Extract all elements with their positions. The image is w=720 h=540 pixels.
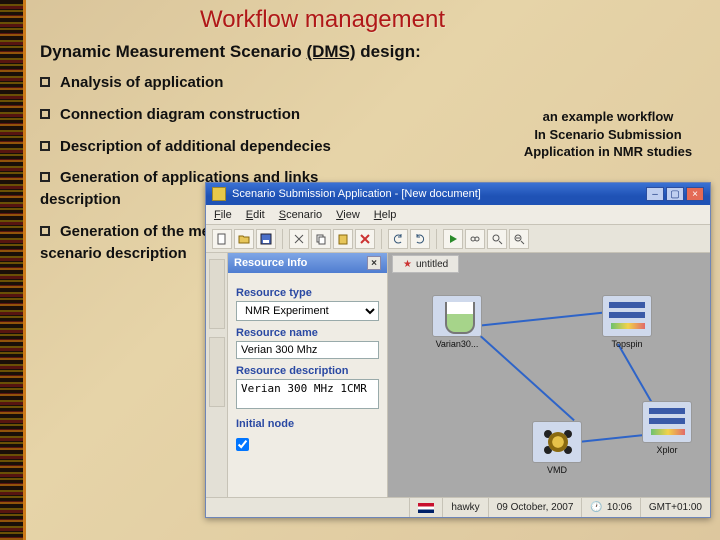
resource-desc-label: Resource description [236,365,379,377]
node-label: Varian30... [428,339,486,349]
caption-line: Application in NMR studies [508,143,708,161]
node-label: VMD [528,465,586,475]
window-titlebar[interactable]: Scenario Submission Application - [New d… [206,183,710,205]
bullet-square-icon [40,172,50,182]
status-locale [409,498,442,517]
bullet-item: Connection diagram construction [40,104,350,126]
window-maximize-button[interactable]: ▢ [666,187,684,201]
example-caption: an example workflow In Scenario Submissi… [508,108,708,161]
node-topspin[interactable]: Topspin [598,295,656,349]
scenario-app-window: Scenario Submission Application - [New d… [205,182,711,518]
server-rack-icon [602,295,652,337]
connection-line [475,331,574,421]
window-close-button[interactable]: × [686,187,704,201]
bullet-item: Analysis of application [40,72,350,94]
redo-button[interactable] [410,229,430,249]
document-tab[interactable]: ★ untitled [392,255,459,273]
resource-type-select[interactable]: NMR Experiment [236,301,379,321]
caption-line: In Scenario Submission [508,126,708,144]
delete-button[interactable] [355,229,375,249]
bullet-item: Description of additional dependecies [40,136,350,158]
new-button[interactable] [212,229,232,249]
bullet-square-icon [40,226,50,236]
menubar: File Edit Scenario View Help [206,205,710,225]
save-button[interactable] [256,229,276,249]
sidebar-tab[interactable] [209,259,225,329]
workflow-canvas[interactable]: ★ untitled Varian30... Topspin Xplo [388,253,710,497]
copy-button[interactable] [311,229,331,249]
zoom-in-button[interactable] [487,229,507,249]
status-timezone: GMT+01:00 [640,498,710,517]
connection-line [476,312,604,327]
decorative-left-strip [0,0,26,540]
beaker-icon [432,295,482,337]
status-user: hawky [442,498,487,517]
subtitle-lead: Dynamic Measurement Scenario [40,42,302,61]
initial-node-checkbox[interactable] [236,438,249,451]
uk-flag-icon [418,503,434,513]
subtitle-abbr: (DMS) [306,42,355,61]
node-xplor[interactable]: Xplor [638,401,696,455]
run-button[interactable] [443,229,463,249]
node-vmd[interactable]: VMD [528,421,586,475]
open-button[interactable] [234,229,254,249]
bullet-square-icon [40,141,50,151]
cut-button[interactable] [289,229,309,249]
resource-name-input[interactable] [236,341,379,359]
left-sidebar [206,253,228,497]
sidebar-tab[interactable] [209,337,225,407]
bullet-square-icon [40,77,50,87]
caption-line: an example workflow [508,108,708,126]
resource-type-label: Resource type [236,287,379,299]
menu-view[interactable]: View [336,209,360,221]
app-icon [212,187,226,201]
resource-name-label: Resource name [236,327,379,339]
bullet-text: Connection diagram construction [60,106,300,123]
panel-title: Resource Info [234,257,307,269]
status-time: 🕐 10:06 [581,498,639,517]
slide-title: Workflow management [200,6,445,34]
subtitle-tail: design: [360,42,420,61]
menu-scenario[interactable]: Scenario [279,209,322,221]
resource-desc-input[interactable]: Verian 300 MHz 1CMR [236,379,379,409]
panel-close-button[interactable]: × [367,256,381,270]
menu-help[interactable]: Help [374,209,397,221]
link-button[interactable] [465,229,485,249]
paste-button[interactable] [333,229,353,249]
window-title: Scenario Submission Application - [New d… [232,188,481,200]
status-date: 09 October, 2007 [488,498,582,517]
molecule-icon [532,421,582,463]
bullet-text: Description of additional dependecies [60,138,331,155]
node-label: Topspin [598,339,656,349]
server-rack-icon [642,401,692,443]
toolbar [206,225,710,253]
node-varian[interactable]: Varian30... [428,295,486,349]
slide-subtitle: Dynamic Measurement Scenario (DMS) desig… [40,42,421,62]
undo-button[interactable] [388,229,408,249]
connection-line [617,344,654,406]
document-tab-label: untitled [416,259,448,270]
node-label: Xplor [638,445,696,455]
bullet-text: Analysis of application [60,74,223,91]
initial-node-label: Initial node [236,418,379,430]
zoom-out-button[interactable] [509,229,529,249]
unsaved-icon: ★ [403,259,412,270]
menu-file[interactable]: File [214,209,232,221]
bullet-square-icon [40,109,50,119]
statusbar: hawky 09 October, 2007 🕐 10:06 GMT+01:00 [206,497,710,517]
window-minimize-button[interactable]: – [646,187,664,201]
menu-edit[interactable]: Edit [246,209,265,221]
resource-info-panel: Resource Info × Resource type NMR Experi… [228,253,388,497]
